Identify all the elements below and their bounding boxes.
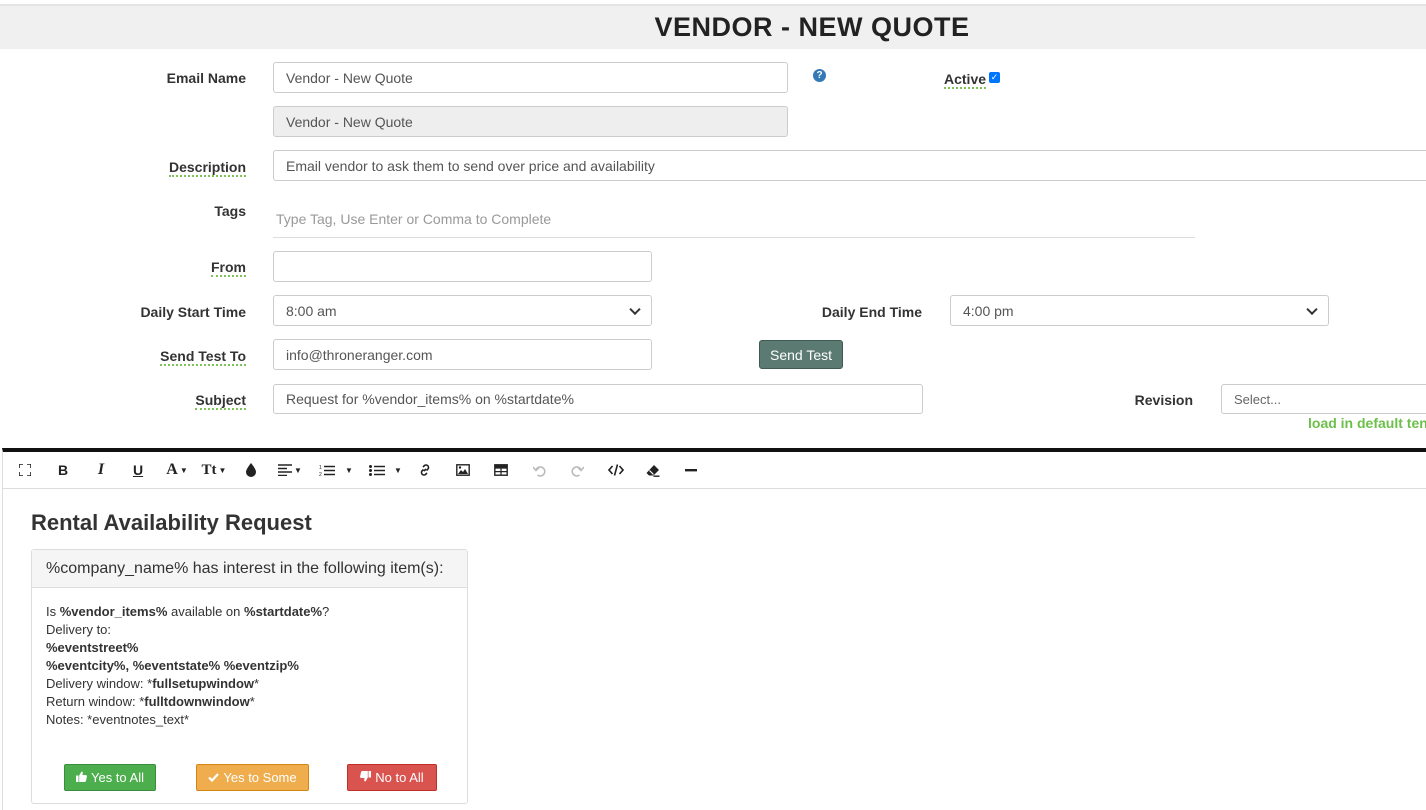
send-test-to-input[interactable]: info@throneranger.com	[273, 339, 652, 370]
daily-end-time-label: Daily End Time	[821, 304, 922, 320]
email-name-value: Vendor - New Quote	[286, 69, 413, 86]
notes-line: Notes: *eventnotes_text*	[46, 712, 190, 727]
revision-value: Select...	[1234, 391, 1281, 407]
help-icon[interactable]: ?	[813, 69, 826, 82]
return-window-line: Return window: *fulltdownwindow*	[46, 694, 255, 709]
checkmark-icon	[208, 770, 220, 785]
subject-input[interactable]: Request for %vendor_items% on %startdate…	[273, 384, 923, 414]
horizontal-rule-icon[interactable]	[683, 460, 699, 480]
page-title: VENDOR - NEW QUOTE	[654, 12, 970, 42]
italic-icon[interactable]: I	[93, 460, 109, 480]
email-name-label: Email Name	[166, 70, 246, 86]
subject-label: Subject	[195, 392, 246, 410]
ordered-list-dropdown[interactable]: ▼	[343, 460, 353, 480]
svg-text:1: 1	[319, 465, 322, 471]
unordered-list-dropdown[interactable]: ▼	[392, 460, 402, 480]
delivery-window-line: Delivery window: *fullsetupwindow*	[46, 676, 260, 691]
font-size-icon[interactable]: Tt ▼	[201, 460, 227, 480]
from-label: From	[211, 259, 246, 277]
description-label: Description	[168, 159, 246, 177]
redo-icon[interactable]	[569, 460, 585, 480]
email-name-input[interactable]: Vendor - New Quote	[273, 62, 788, 93]
rich-text-editor[interactable]: B I U A ▼ Tt ▼ ▼ 12 ▼ ▼ Rental Availabil…	[2, 448, 1426, 810]
availability-line: Is %vendor_items% available on %startdat…	[46, 604, 330, 619]
panel-body: Is %vendor_items% available on %startdat…	[32, 588, 467, 744]
yes-to-some-button[interactable]: Yes to Some	[196, 764, 309, 791]
daily-start-time-value: 8:00 am	[286, 302, 337, 319]
daily-end-time-value: 4:00 pm	[963, 302, 1014, 319]
revision-label: Revision	[1134, 392, 1193, 408]
table-icon[interactable]	[493, 460, 509, 480]
page-header: VENDOR - NEW QUOTE	[0, 6, 1426, 49]
daily-start-time-select[interactable]: 8:00 am	[273, 295, 652, 326]
color-drop-icon[interactable]	[244, 460, 258, 480]
unordered-list-icon[interactable]	[367, 460, 387, 480]
description-value: Email vendor to ask them to send over pr…	[286, 157, 655, 174]
description-input[interactable]: Email vendor to ask them to send over pr…	[273, 150, 1426, 181]
tags-label: Tags	[214, 203, 246, 219]
yes-to-all-button[interactable]: Yes to All	[64, 764, 156, 791]
from-input[interactable]	[273, 251, 652, 282]
code-view-icon[interactable]	[607, 460, 625, 480]
editor-toolbar: B I U A ▼ Tt ▼ ▼ 12 ▼ ▼	[3, 452, 1426, 489]
eraser-icon[interactable]	[645, 460, 661, 480]
active-checkbox[interactable]: ✓	[989, 72, 1000, 83]
revision-select[interactable]: Select...	[1221, 384, 1426, 414]
send-test-button[interactable]: Send Test	[759, 340, 843, 369]
font-color-icon[interactable]: A ▼	[164, 460, 190, 480]
event-street-line: %eventstreet%	[46, 640, 139, 655]
undo-icon[interactable]	[531, 460, 547, 480]
align-icon[interactable]: ▼	[277, 460, 303, 480]
panel-title: %company_name% has interest in the follo…	[32, 550, 467, 588]
tags-input[interactable]: Type Tag, Use Enter or Comma to Complete	[273, 200, 1195, 238]
daily-end-time-select[interactable]: 4:00 pm	[950, 295, 1329, 326]
subject-value: Request for %vendor_items% on %startdate…	[286, 391, 574, 407]
active-label: Active	[944, 71, 987, 89]
thumbs-up-icon	[75, 770, 87, 785]
fullscreen-icon[interactable]	[17, 460, 33, 480]
event-city-line: %eventcity%, %eventstate% %eventzip%	[46, 658, 299, 673]
email-name-readonly-value: Vendor - New Quote	[286, 113, 413, 130]
item-interest-panel: %company_name% has interest in the follo…	[31, 549, 468, 804]
thumbs-down-icon	[360, 770, 372, 785]
tags-placeholder: Type Tag, Use Enter or Comma to Complete	[276, 210, 552, 227]
send-test-to-label: Send Test To	[160, 348, 246, 366]
underline-icon[interactable]: U	[130, 460, 146, 480]
link-icon[interactable]	[417, 460, 433, 480]
send-test-to-value: info@throneranger.com	[286, 346, 433, 363]
bold-icon[interactable]: B	[55, 460, 71, 480]
email-name-readonly-field: Vendor - New Quote	[273, 106, 788, 137]
email-heading: Rental Availability Request	[31, 510, 312, 535]
daily-start-time-label: Daily Start Time	[140, 304, 246, 320]
svg-text:2: 2	[319, 472, 322, 477]
delivery-to-line: Delivery to:	[46, 622, 112, 637]
image-icon[interactable]	[455, 460, 471, 480]
editor-content[interactable]: Rental Availability Request	[31, 510, 312, 536]
ordered-list-icon[interactable]: 12	[317, 460, 337, 480]
no-to-all-button[interactable]: No to All	[347, 764, 437, 791]
load-default-template-link[interactable]: load in default ten	[1308, 415, 1426, 431]
